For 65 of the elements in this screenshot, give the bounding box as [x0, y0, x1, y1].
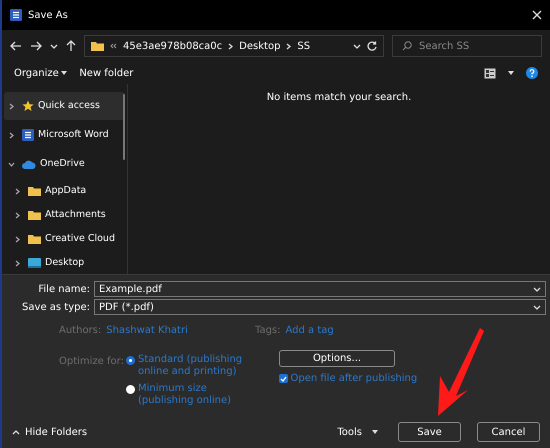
close-icon[interactable] [532, 10, 542, 20]
options-button[interactable]: Options... [279, 350, 395, 367]
path-segment[interactable]: 45e3ae978b08ca0c [123, 38, 222, 54]
sidebar-item[interactable]: OneDrive [4, 150, 125, 178]
cancel-button[interactable]: Cancel [477, 422, 540, 442]
field-label: Save as type: [21, 300, 90, 314]
window-title: Save As [28, 8, 69, 22]
radio-button[interactable] [126, 385, 136, 394]
chevron-right-icon [8, 102, 15, 110]
sidebar-item[interactable]: Desktop [4, 251, 125, 275]
radio-button[interactable] [126, 356, 136, 365]
chevron-right-icon [14, 236, 21, 242]
chevron-down-icon [533, 286, 541, 292]
path-segment[interactable]: Desktop [239, 38, 280, 54]
back-arrow-icon[interactable] [10, 41, 22, 51]
desktop-icon [28, 258, 41, 268]
sidebar-item[interactable]: AppData [4, 179, 125, 203]
dropdown-field[interactable]: Example.pdf [94, 281, 546, 297]
field-label: Authors: [59, 324, 102, 338]
star-icon [22, 100, 34, 112]
new-folder-button[interactable]: New folder [79, 66, 134, 80]
folder-icon [28, 234, 41, 244]
chevron-right-icon [14, 260, 21, 266]
sidebar-item[interactable]: Microsoft Word [4, 121, 125, 149]
chevron-right-icon [8, 132, 15, 138]
sidebar-item[interactable]: Creative Cloud [4, 227, 125, 251]
view-options-icon[interactable] [484, 68, 496, 78]
field-label: Optimize for: [59, 355, 124, 369]
checkbox[interactable] [279, 374, 288, 383]
caret-down-icon [61, 71, 68, 75]
cloud-icon [22, 160, 36, 168]
chevron-down-icon[interactable] [50, 44, 58, 48]
empty-message: No items match your search. [266, 92, 412, 103]
forward-arrow-icon[interactable] [30, 41, 42, 51]
caret-down-icon [372, 430, 378, 434]
folder-icon [28, 186, 41, 196]
chevron-right-icon [14, 212, 21, 218]
sidebar-item[interactable]: Quick access [4, 92, 125, 120]
dropdown-field[interactable]: PDF (*.pdf) [94, 299, 546, 315]
field-label: File name: [37, 282, 90, 296]
chevron-down-icon [533, 304, 541, 310]
chevron-up-icon [12, 430, 20, 434]
search-field[interactable]: Search SS [392, 35, 542, 57]
help-icon[interactable] [526, 67, 538, 79]
refresh-icon[interactable] [367, 41, 377, 51]
search-icon [402, 41, 412, 51]
chevron-down-icon [8, 162, 15, 166]
organize-menu[interactable]: Organize [14, 66, 68, 80]
tools-menu[interactable]: Tools [337, 424, 378, 440]
double-chevron-icon [110, 43, 117, 49]
caret-down-icon[interactable] [508, 71, 514, 75]
folder-icon [28, 210, 41, 220]
chevron-right-icon [286, 42, 292, 50]
scrollbar[interactable] [123, 94, 125, 160]
sidebar-item[interactable]: Attachments [4, 203, 125, 227]
chevron-right-icon [228, 42, 234, 50]
field-label: Tags: [255, 324, 281, 338]
hide-folders-button[interactable]: Hide Folders [12, 424, 88, 440]
chevron-down-icon[interactable] [353, 44, 361, 48]
folder-icon [91, 41, 104, 51]
save-button[interactable]: Save [398, 422, 461, 442]
chevron-right-icon [14, 188, 21, 194]
address-bar[interactable]: 45e3ae978b08ca0c Desktop SS [84, 35, 384, 57]
up-arrow-icon[interactable] [66, 40, 76, 52]
path-segment[interactable]: SS [297, 38, 310, 54]
